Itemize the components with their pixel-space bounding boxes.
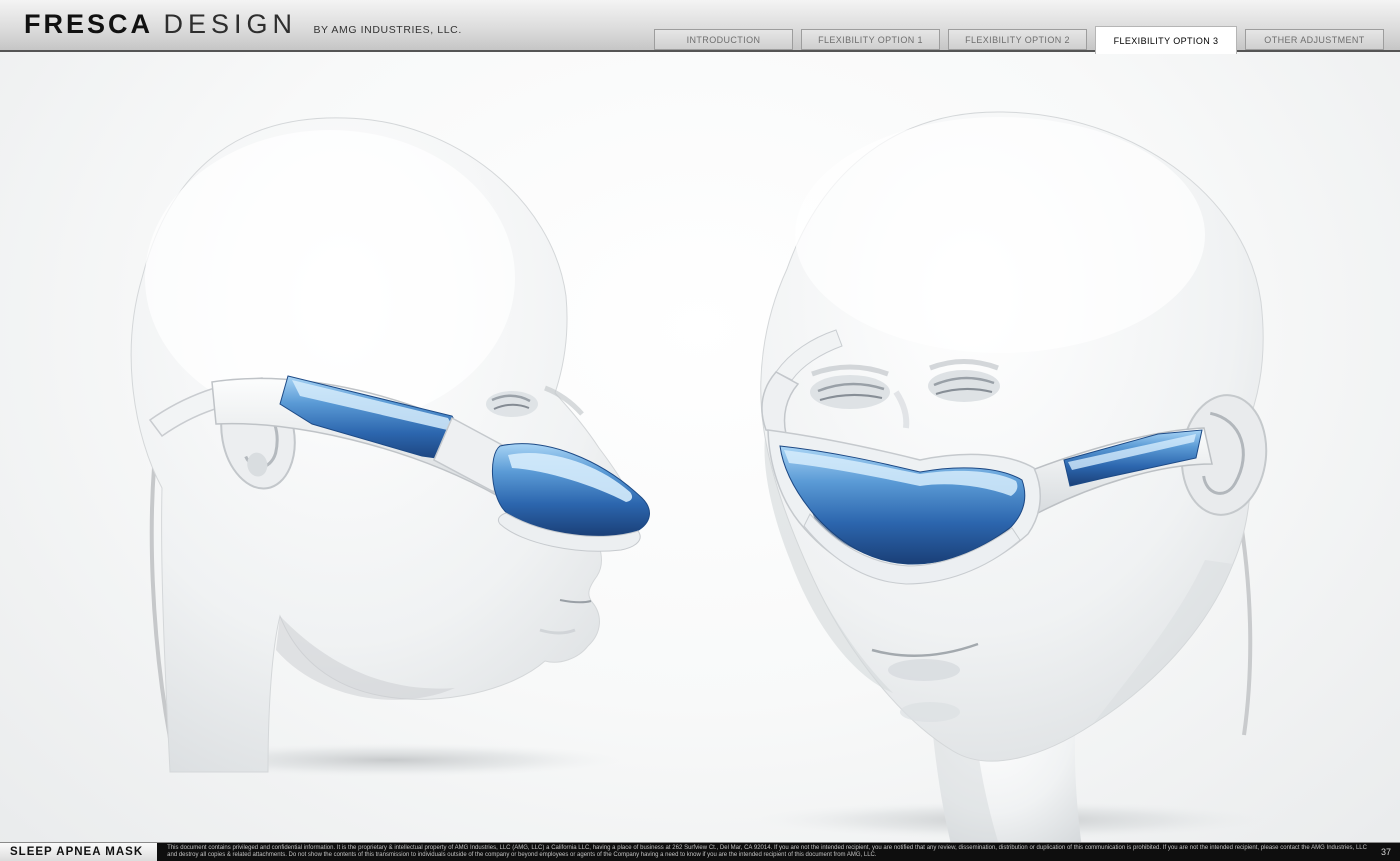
cranium-sheen (795, 117, 1205, 353)
mask-render-illustration (0, 0, 1400, 861)
slide-page: FRESCA DESIGN BY AMG INDUSTRIES, LLC. IN… (0, 0, 1400, 861)
tab-flexibility-option-2[interactable]: FLEXIBILITY OPTION 2 (948, 29, 1087, 50)
left-head-profile-view (131, 118, 649, 772)
confidentiality-disclaimer: This document contains privileged and co… (157, 843, 1377, 861)
tab-introduction[interactable]: INTRODUCTION (654, 29, 793, 50)
cranium-sheen (145, 130, 515, 426)
brand-name-primary: FRESCA (24, 9, 153, 39)
page-number: 37 (1377, 843, 1400, 861)
product-title: SLEEP APNEA MASK (0, 843, 157, 861)
brand-name-secondary: DESIGN (163, 9, 297, 39)
section-tabs: INTRODUCTION FLEXIBILITY OPTION 1 FLEXIB… (654, 26, 1384, 52)
tab-flexibility-option-1[interactable]: FLEXIBILITY OPTION 1 (801, 29, 940, 50)
tab-flexibility-option-3[interactable]: FLEXIBILITY OPTION 3 (1095, 26, 1237, 54)
footer-bar: SLEEP APNEA MASK This document contains … (0, 842, 1400, 861)
brand-byline: BY AMG INDUSTRIES, LLC. (313, 24, 461, 36)
brand-logo: FRESCA DESIGN BY AMG INDUSTRIES, LLC. (24, 9, 462, 40)
right-head-three-quarter-view (761, 112, 1272, 848)
header-bar: FRESCA DESIGN BY AMG INDUSTRIES, LLC. IN… (0, 0, 1400, 52)
tab-other-adjustment[interactable]: OTHER ADJUSTMENT (1245, 29, 1384, 50)
